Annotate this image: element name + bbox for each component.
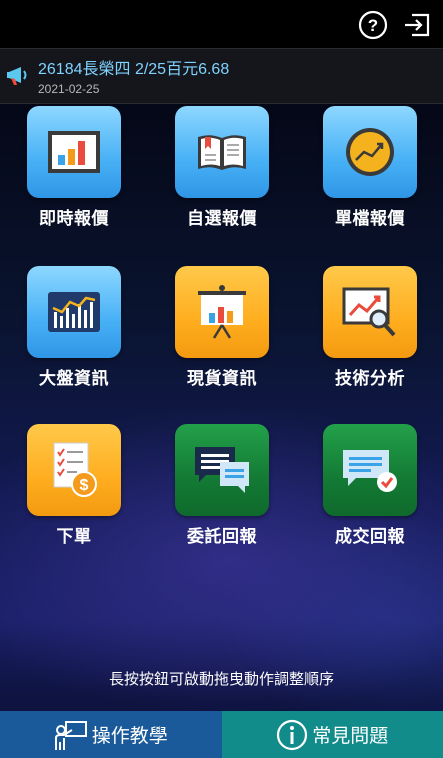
- market-bars-icon: [48, 292, 100, 332]
- menu-tile-background: $: [27, 424, 121, 516]
- help-button[interactable]: ?: [358, 10, 388, 40]
- order-form-icon: $: [53, 442, 97, 497]
- menu-tile-background: [27, 106, 121, 198]
- tutorial-label: 操作教學: [91, 725, 168, 747]
- presentation-board-icon: [198, 285, 246, 339]
- menu-technical-analysis[interactable]: 技術分析: [296, 266, 443, 389]
- question-circle-icon: ?: [358, 10, 388, 40]
- menu-watchlist-quote[interactable]: 自選報價: [148, 106, 296, 229]
- menu-spot-info[interactable]: 現貨資訊: [148, 266, 296, 389]
- teacher-icon: [54, 720, 87, 750]
- top-bar: ?: [0, 0, 443, 48]
- menu-label: 單檔報價: [335, 209, 405, 229]
- menu-label: 技術分析: [335, 369, 405, 389]
- chat-check-icon: [343, 450, 397, 492]
- bar-chart-icon: [48, 131, 100, 173]
- news-banner[interactable]: 26184長榮四 2/25百元6.68 2021-02-25: [0, 48, 443, 104]
- menu-order-report[interactable]: 委託回報: [148, 424, 296, 547]
- menu-tile-background: [323, 424, 417, 516]
- menu-place-order[interactable]: $ 下單: [0, 424, 148, 547]
- svg-text:?: ?: [368, 16, 378, 35]
- menu-realtime-quote[interactable]: 即時報價: [0, 106, 148, 229]
- menu-trade-report[interactable]: 成交回報: [296, 424, 443, 547]
- logout-button[interactable]: [402, 10, 432, 40]
- menu-label: 大盤資訊: [39, 369, 109, 389]
- menu-label: 即時報價: [39, 209, 109, 229]
- svg-text:$: $: [80, 477, 89, 494]
- faq-button[interactable]: 常見問題: [221, 711, 443, 758]
- gauge-icon: [346, 128, 394, 176]
- menu-label: 委託回報: [187, 527, 257, 547]
- menu-tile-background: [323, 106, 417, 198]
- menu-tile-background: [323, 266, 417, 358]
- chat-bubbles-icon: [195, 447, 249, 493]
- menu-label: 現貨資訊: [187, 369, 257, 389]
- menu-market-info[interactable]: 大盤資訊: [0, 266, 148, 389]
- news-date: 2021-02-25: [38, 82, 100, 96]
- menu-tile-background: [175, 424, 269, 516]
- info-circle-icon: [277, 719, 308, 750]
- megaphone-icon: [7, 67, 27, 85]
- menu-label: 成交回報: [335, 527, 405, 547]
- menu-tile-background: [175, 266, 269, 358]
- menu-label: 自選報價: [187, 209, 257, 229]
- menu-tile-background: [175, 106, 269, 198]
- tutorial-button[interactable]: 操作教學: [0, 711, 222, 758]
- reorder-hint: 長按按鈕可啟動拖曳動作調整順序: [108, 670, 334, 688]
- menu-tile-background: [27, 266, 121, 358]
- bookmark-book-icon: [198, 135, 246, 170]
- menu-single-quote[interactable]: 單檔報價: [296, 106, 443, 229]
- menu-label: 下單: [56, 527, 92, 547]
- magnifier-chart-icon: [342, 287, 396, 337]
- news-title[interactable]: 26184長榮四 2/25百元6.68: [38, 55, 229, 79]
- faq-label: 常見問題: [312, 725, 389, 747]
- logout-icon: [405, 13, 430, 37]
- bottom-bar: 操作教學 常見問題: [0, 711, 443, 758]
